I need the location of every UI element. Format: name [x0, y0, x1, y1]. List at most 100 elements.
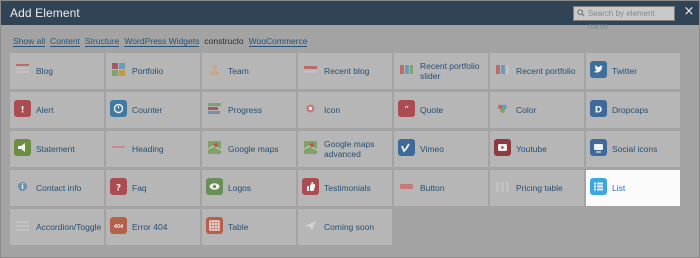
element-label: Portfolio — [132, 66, 164, 76]
portfolio-slider-icon — [398, 61, 415, 78]
search-placeholder: Search by element name — [588, 9, 655, 31]
element-progress[interactable]: Progress — [202, 92, 296, 128]
recent-portfolio-icon — [494, 61, 511, 78]
social-icons-icon — [590, 139, 607, 156]
element-list[interactable]: List — [586, 170, 680, 206]
element-label: Button — [420, 183, 445, 193]
element-label: Blog — [36, 66, 54, 76]
element-social-icons[interactable]: Social icons — [586, 131, 680, 167]
element-pricing-table[interactable]: Pricing table — [490, 170, 584, 206]
element-label: Contact info — [36, 183, 82, 193]
element-statement[interactable]: Statement — [10, 131, 104, 167]
element-dropcaps[interactable]: D Dropcaps — [586, 92, 680, 128]
element-vimeo[interactable]: Vimeo — [394, 131, 488, 167]
element-heading[interactable]: Heading — [106, 131, 200, 167]
element-quote[interactable]: “ Quote — [394, 92, 488, 128]
element-team[interactable]: Team — [202, 53, 296, 89]
category-filters: Show all Content Structure WordPress Widget… — [13, 35, 308, 47]
blog-icon — [14, 61, 31, 78]
color-icon — [494, 100, 511, 117]
filter-constructo[interactable]: constructo — [204, 35, 243, 47]
table-icon — [206, 217, 223, 234]
element-recent-blog[interactable]: Recent blog — [298, 53, 392, 89]
element-label: Pricing table — [516, 183, 563, 193]
element-label: Counter — [132, 105, 163, 115]
element-label: Icon — [324, 105, 341, 115]
element-google-maps[interactable]: Google maps — [202, 131, 296, 167]
element-label: Recent blog — [324, 66, 370, 76]
element-label: Google maps — [228, 144, 279, 154]
element-logos[interactable]: Logos — [202, 170, 296, 206]
search-input[interactable]: Search by element name — [573, 6, 675, 31]
element-label: Google maps advanced — [324, 139, 375, 159]
team-icon — [206, 61, 223, 78]
element-counter[interactable]: Counter — [106, 92, 200, 128]
icon-icon — [302, 100, 319, 117]
dialog-title: Add Element — [10, 6, 80, 20]
element-blog[interactable]: Blog — [10, 53, 104, 89]
element-testimonials[interactable]: Testimonials — [298, 170, 392, 206]
element-icon[interactable]: Icon — [298, 92, 392, 128]
pricing-table-icon — [494, 178, 511, 195]
coming-soon-icon — [302, 217, 319, 234]
svg-text:?: ? — [116, 184, 121, 194]
element-button[interactable]: Button — [394, 170, 488, 206]
element-error-404[interactable]: 404 Error 404 — [106, 209, 200, 245]
element-portfolio[interactable]: Portfolio — [106, 53, 200, 89]
element-accordion-toggle[interactable]: Accordion/Toggle — [10, 209, 104, 245]
accordion-toggle-icon — [14, 217, 31, 234]
element-color[interactable]: Color — [490, 92, 584, 128]
heading-icon — [110, 139, 127, 156]
dropcaps-icon: D — [590, 100, 607, 117]
element-label: Alert — [36, 105, 54, 115]
google-maps-icon — [206, 139, 223, 156]
statement-icon — [14, 139, 31, 156]
vimeo-icon — [398, 139, 415, 156]
element-recent-portfolio-slider[interactable]: Recent portfolio slider — [394, 53, 488, 89]
element-label: Team — [228, 66, 249, 76]
faq-icon: ? — [110, 178, 127, 195]
google-maps-advanced-icon — [302, 139, 319, 156]
element-coming-soon[interactable]: Coming soon — [298, 209, 392, 245]
error-404-icon: 404 — [110, 217, 127, 234]
element-label: Recent portfolio — [516, 66, 576, 76]
portfolio-icon — [110, 61, 127, 78]
element-twitter[interactable]: Twitter — [586, 53, 680, 89]
element-label: Error 404 — [132, 222, 168, 232]
element-youtube[interactable]: Youtube — [490, 131, 584, 167]
element-label: Logos — [228, 183, 252, 193]
element-alert[interactable]: ! Alert — [10, 92, 104, 128]
element-label: Quote — [420, 105, 444, 115]
element-label: Table — [228, 222, 249, 232]
close-button[interactable]: × — [682, 4, 696, 20]
element-label: Testimonials — [324, 183, 371, 193]
element-contact-info[interactable]: Contact info — [10, 170, 104, 206]
element-label: Faq — [132, 183, 147, 193]
counter-icon — [110, 100, 127, 117]
contact-info-icon — [14, 178, 31, 195]
element-label: Color — [516, 105, 537, 115]
element-label: Youtube — [516, 144, 547, 154]
svg-text:!: ! — [20, 106, 24, 116]
list-icon — [590, 178, 607, 195]
filter-woocommerce[interactable]: WooCommerce — [248, 35, 308, 47]
add-element-dialog: Add Element Search by element name × Sho… — [0, 0, 700, 258]
element-label: Heading — [132, 144, 164, 154]
filter-wordpress-widgets[interactable]: WordPress Widgets — [124, 35, 200, 47]
element-label: Accordion/Toggle — [36, 222, 102, 232]
recent-blog-icon — [302, 61, 319, 78]
filter-show-all[interactable]: Show all — [13, 35, 46, 47]
element-google-maps-advanced[interactable]: Google maps advanced — [298, 131, 392, 167]
element-label: List — [612, 183, 626, 193]
element-faq[interactable]: ? Faq — [106, 170, 200, 206]
icon-glyph-text: 404 — [114, 224, 124, 230]
element-recent-portfolio[interactable]: Recent portfolio — [490, 53, 584, 89]
quote-icon: “ — [398, 100, 415, 117]
twitter-icon — [590, 61, 607, 78]
element-table[interactable]: Table — [202, 209, 296, 245]
element-label: Dropcaps — [612, 105, 649, 115]
filter-structure[interactable]: Structure — [84, 35, 120, 47]
filter-content[interactable]: Content — [50, 35, 80, 47]
progress-icon — [206, 100, 223, 117]
search-icon — [577, 9, 585, 17]
